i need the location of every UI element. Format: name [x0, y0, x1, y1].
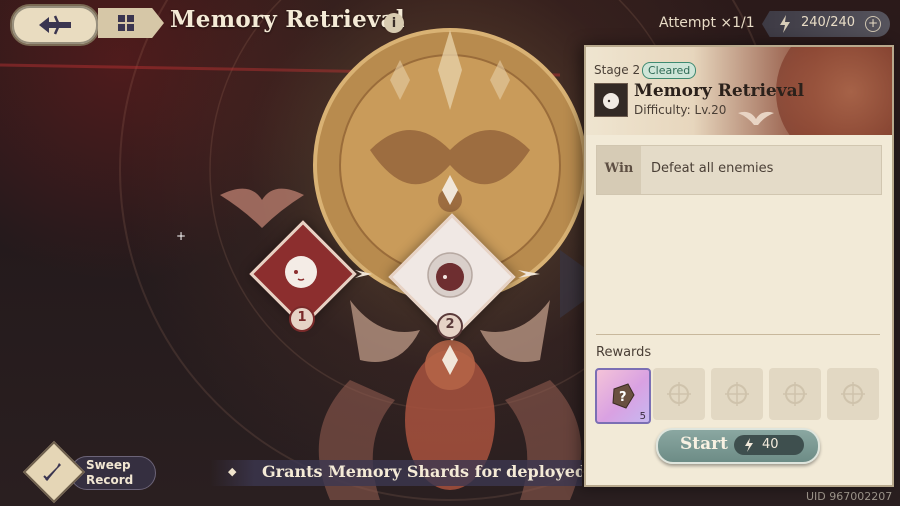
rewards-label: Rewards	[596, 345, 652, 360]
menu-button[interactable]	[98, 8, 164, 38]
stage-detail-panel: Stage 2 Cleared Memory Retrieval Difficu…	[584, 45, 894, 487]
empty-slot-icon	[667, 382, 691, 406]
empty-slot-icon	[841, 382, 865, 406]
sweep-record-button[interactable]: Sweep Record	[22, 440, 160, 504]
stage-number-2: 2	[437, 313, 463, 339]
sweep-label-line2: Record	[86, 473, 134, 487]
reward-slot-empty	[711, 368, 763, 420]
character-portrait-icon	[427, 252, 473, 298]
stage-title: Memory Retrieval	[634, 81, 805, 101]
ticker-text: Grants Memory Shards for deployed cha	[262, 462, 582, 481]
back-arrow-icon	[39, 15, 71, 35]
user-id: UID 967002207	[806, 490, 893, 503]
stage-label: Stage 2	[594, 63, 641, 77]
win-condition: Win Defeat all enemies	[596, 145, 882, 195]
character-portrait-icon	[603, 93, 619, 109]
lightning-icon	[780, 15, 790, 33]
status-badge: Cleared	[642, 62, 697, 79]
info-ticker: ◆ Grants Memory Shards for deployed cha	[210, 460, 582, 486]
reward-slot-random-shard[interactable]: ? 5	[595, 368, 651, 424]
character-portrait-icon	[285, 256, 317, 288]
page-title: Memory Retrieval	[170, 6, 405, 33]
stage-header: Stage 2 Cleared Memory Retrieval Difficu…	[586, 47, 892, 135]
start-label: Start	[680, 434, 728, 454]
add-stamina-button[interactable]: +	[865, 16, 881, 32]
reward-slot-empty	[653, 368, 705, 420]
grid-menu-icon	[118, 15, 134, 31]
ticker-bullet-icon: ◆	[228, 465, 237, 478]
empty-slot-icon	[725, 382, 749, 406]
sword-icon	[43, 463, 61, 481]
sweep-label-line1: Sweep	[86, 458, 131, 472]
svg-text:+: +	[176, 229, 186, 243]
reward-slot-empty	[827, 368, 879, 420]
back-button[interactable]	[10, 4, 100, 46]
stage-number-1: 1	[289, 306, 315, 332]
stage-difficulty: Difficulty: Lv.20	[634, 103, 727, 117]
attempt-counter: Attempt ×1/1	[659, 15, 755, 31]
divider	[596, 334, 880, 335]
reward-quantity: 5	[639, 411, 646, 422]
start-cost-value: 40	[762, 437, 779, 452]
win-label: Win	[597, 146, 641, 194]
reward-slot-empty	[769, 368, 821, 420]
info-icon[interactable]: i	[384, 13, 404, 33]
win-condition-text: Defeat all enemies	[651, 161, 774, 176]
stamina-value: 240/240	[801, 15, 856, 30]
stage-background: + Memory Retrieval i Attempt ×1/1 240/24…	[0, 0, 900, 506]
shard-glyph: ?	[619, 390, 627, 405]
start-button[interactable]: Start 40	[656, 428, 820, 464]
start-cost: 40	[734, 435, 804, 455]
empty-slot-icon	[783, 382, 807, 406]
stage-avatar	[594, 83, 628, 117]
memory-shard-icon: ?	[612, 383, 635, 409]
dove-icon	[738, 111, 774, 125]
lightning-icon	[745, 438, 753, 452]
sweep-record-label: Sweep Record	[86, 458, 133, 488]
